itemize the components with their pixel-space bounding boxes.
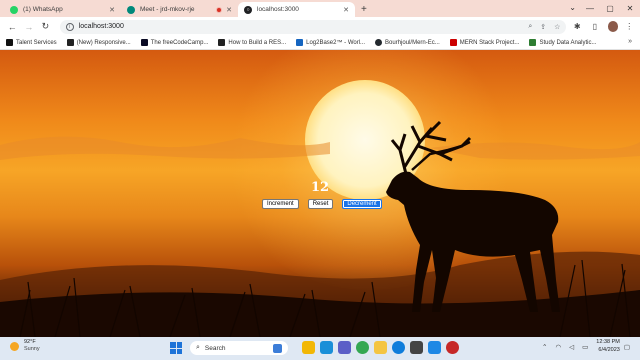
recording-indicator-icon [216,6,223,13]
bookmark-item[interactable]: Bourhjoul/Mern-Ec... [375,39,440,46]
app-red-icon[interactable] [446,341,459,354]
bookmark-item[interactable]: (New) Responsive... [66,39,131,46]
address-bar[interactable]: i localhost:3000 ⌕ ⇪ ☆ [59,19,567,34]
taskbar-clock[interactable]: 12:38 PM 6/4/2023 [596,339,620,354]
globe-icon: ○ [244,5,252,14]
tab-localhost[interactable]: ○ localhost:3000 ✕ [238,2,355,17]
side-panel-icon[interactable]: ▯ [588,22,602,31]
reload-icon[interactable]: ↻ [37,21,54,32]
decrement-button[interactable]: Decrement [342,199,382,209]
whatsapp-icon [10,5,18,14]
github-icon [375,39,383,46]
bookmark-item[interactable]: Talent Services [6,39,57,46]
bookmark-label: Bourhjoul/Mern-Ec... [385,39,440,46]
new-tab-button[interactable]: + [355,2,373,17]
wifi-icon[interactable]: ◠ [555,343,561,351]
vscode-icon[interactable] [428,341,441,354]
weather-condition: Sunny [24,346,40,352]
tab-strip: (1) WhatsApp ✕ Meet - jrd-mkov-rje ✕ ○ l… [0,0,640,17]
tab-title: Meet - jrd-mkov-rje [140,6,195,13]
tab-whatsapp[interactable]: (1) WhatsApp ✕ [4,2,121,17]
tab-title: (1) WhatsApp [23,6,63,13]
bookmarks-bar: Talent Services (New) Responsive... The … [0,36,640,50]
folder-icon[interactable] [374,341,387,354]
extensions-icon[interactable]: ✱ [570,22,584,31]
close-window-icon[interactable]: ✕ [620,4,640,13]
bookmark-item[interactable]: The freeCodeCamp... [140,39,209,46]
battery-icon[interactable]: ▭ [582,343,588,351]
profile-avatar[interactable] [607,21,619,32]
bookmark-favicon-icon [140,39,148,46]
chrome-icon[interactable] [356,341,369,354]
windows-start-icon[interactable] [170,342,182,354]
store-icon[interactable] [410,341,423,354]
share-icon[interactable]: ⇪ [540,23,546,31]
bookmark-label: Study Data Analytic... [539,39,597,46]
page-viewport: 12 Increment Reset Decrement [0,50,640,337]
teams-icon[interactable] [338,341,351,354]
bookmark-favicon-icon [296,39,304,46]
notification-icon[interactable]: ▢ [624,343,630,351]
tab-meet[interactable]: Meet - jrd-mkov-rje ✕ [121,2,238,17]
counter-value: 12 [310,180,330,195]
windows-taskbar: 92°F Sunny ⌕ Search ⌃ ◠ ◁ ▭ 12:38 PM 6/4… [0,337,640,360]
bookmark-favicon-icon [218,39,226,46]
site-info-icon[interactable]: i [65,22,74,31]
bookmark-item[interactable]: Log2Base2™ - Worl... [296,39,365,46]
bookmark-label: How to Build a RES... [228,39,287,46]
bookmark-favicon-icon [529,39,537,46]
increment-button[interactable]: Increment [262,199,299,209]
weather-widget[interactable]: 92°F Sunny [10,339,40,353]
minimize-icon[interactable]: — [580,4,600,13]
zoom-icon[interactable]: ⌕ [528,23,532,31]
weather-temp: 92°F [24,339,36,345]
bookmark-item[interactable]: Study Data Analytic... [529,39,596,46]
reset-button[interactable]: Reset [307,199,334,209]
volume-icon[interactable]: ◁ [569,343,574,351]
youtube-icon [449,39,457,46]
close-tab-icon[interactable]: ✕ [109,6,115,14]
window-controls: — ▢ ✕ [580,0,640,17]
bookmark-item[interactable]: MERN Stack Project... [449,39,520,46]
forward-icon[interactable]: → [21,22,38,32]
search-icon: ⌕ [196,344,200,351]
bookmark-favicon-icon [66,39,74,46]
menu-icon[interactable]: ⋮ [622,22,636,31]
taskbar-search[interactable]: ⌕ Search [190,341,288,355]
sun-icon [10,341,19,351]
bookmark-star-icon[interactable]: ☆ [554,23,560,31]
weather-text: 92°F Sunny [24,339,40,353]
bookmarks-overflow-icon[interactable]: » [628,38,632,45]
file-explorer-icon[interactable] [302,341,315,354]
meet-icon [127,5,135,14]
counter-controls: Increment Reset Decrement [262,199,382,209]
back-icon[interactable]: ← [4,22,21,32]
edge-alt-icon[interactable] [392,341,405,354]
search-placeholder: Search [204,344,226,352]
tab-title: localhost:3000 [257,6,299,13]
bookmark-label: (New) Responsive... [76,39,131,46]
chevron-up-icon[interactable]: ⌃ [542,343,547,351]
address-text[interactable]: localhost:3000 [79,23,521,30]
bookmark-favicon-icon [6,39,13,46]
bookmark-label: Log2Base2™ - Worl... [306,39,366,46]
bookmark-item[interactable]: How to Build a RES... [218,39,286,46]
tab-search-icon[interactable]: ⌄ [569,3,576,12]
taskbar-apps [302,341,459,354]
close-tab-icon[interactable]: ✕ [343,6,349,14]
bookmark-label: The freeCodeCamp... [150,39,209,46]
clock-time: 12:38 PM [596,339,620,345]
clock-date: 6/4/2023 [598,346,620,353]
system-tray: ⌃ ◠ ◁ ▭ 12:38 PM 6/4/2023 ▢ [538,339,634,354]
close-tab-icon[interactable]: ✕ [226,6,232,14]
search-highlight-icon [273,343,282,353]
browser-toolbar: ← → ↻ i localhost:3000 ⌕ ⇪ ☆ ✱ ▯ ⋮ [0,17,640,36]
edge-icon[interactable] [320,341,333,354]
maximize-icon[interactable]: ▢ [600,4,620,13]
bookmark-label: Talent Services [16,39,57,46]
bookmark-label: MERN Stack Project... [459,39,520,46]
